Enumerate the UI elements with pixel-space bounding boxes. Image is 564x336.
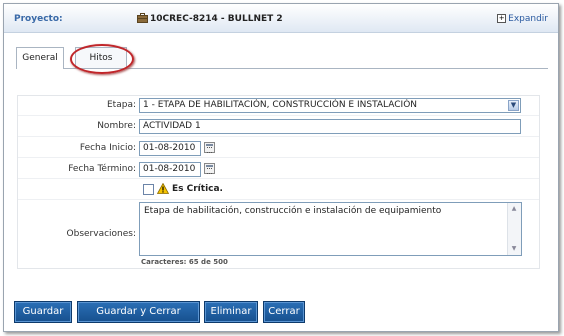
observaciones-row: Observaciones: Etapa de habilitación, co…: [18, 199, 539, 268]
calendar-icon[interactable]: [204, 142, 215, 153]
scroll-up-icon[interactable]: ▲: [509, 204, 519, 214]
warning-icon: [157, 183, 169, 194]
expand-toggle[interactable]: + Expandir: [497, 14, 548, 24]
project-label: Proyecto:: [14, 14, 63, 24]
critica-checkbox[interactable]: [143, 184, 154, 195]
fecha-termino-label: Fecha Término:: [68, 164, 136, 174]
fecha-inicio-row: Fecha Inicio: 01-08-2010: [18, 136, 539, 157]
nombre-label: Nombre:: [97, 121, 136, 131]
delete-button[interactable]: Eliminar: [204, 301, 258, 323]
fecha-inicio-field[interactable]: 01-08-2010: [139, 141, 201, 156]
fecha-termino-row: Fecha Término: 01-08-2010: [18, 157, 539, 178]
textarea-scrollbar[interactable]: ▲ ▼: [507, 203, 521, 255]
save-and-close-button[interactable]: Guardar y Cerrar: [77, 301, 200, 323]
etapa-select[interactable]: 1 - ETAPA DE HABILITACIÓN, CONSTRUCCIÓN …: [139, 98, 521, 113]
observaciones-textarea[interactable]: Etapa de habilitación, construcción e in…: [139, 202, 522, 256]
chevron-down-icon[interactable]: ▼: [508, 100, 519, 111]
etapa-value: 1 - ETAPA DE HABILITACIÓN, CONSTRUCCIÓN …: [143, 100, 418, 110]
fecha-termino-field[interactable]: 01-08-2010: [139, 162, 201, 177]
save-button[interactable]: Guardar: [14, 301, 72, 323]
fecha-inicio-label: Fecha Inicio:: [79, 143, 136, 153]
etapa-label: Etapa:: [107, 100, 136, 110]
expand-label: Expandir: [508, 14, 548, 24]
scroll-down-icon[interactable]: ▼: [509, 244, 519, 254]
nombre-row: Nombre: ACTIVIDAD 1: [18, 115, 539, 136]
dialog-window: Proyecto: 10CREC-8214 - BULLNET 2 + Expan…: [3, 3, 559, 332]
character-counter: Caracteres: 65 de 500: [141, 258, 228, 266]
close-button[interactable]: Cerrar: [263, 301, 305, 323]
project-name: 10CREC-8214 - BULLNET 2: [150, 14, 283, 24]
activity-form: Etapa: 1 - ETAPA DE HABILITACIÓN, CONSTR…: [17, 95, 540, 269]
critica-row: Es Crítica.: [18, 178, 539, 199]
observaciones-value: Etapa de habilitación, construcción e in…: [144, 206, 442, 216]
observaciones-label: Observaciones:: [66, 229, 136, 239]
project-header: Proyecto: 10CREC-8214 - BULLNET 2 + Expan…: [4, 4, 558, 33]
tab-general[interactable]: General: [16, 47, 64, 69]
nombre-field[interactable]: ACTIVIDAD 1: [139, 119, 521, 134]
etapa-row: Etapa: 1 - ETAPA DE HABILITACIÓN, CONSTR…: [18, 96, 539, 114]
calendar-icon[interactable]: [204, 163, 215, 174]
highlight-ellipse: [70, 44, 134, 74]
briefcase-icon: [137, 13, 148, 23]
plus-box-icon: +: [497, 14, 507, 23]
critica-label: Es Crítica.: [172, 184, 223, 194]
